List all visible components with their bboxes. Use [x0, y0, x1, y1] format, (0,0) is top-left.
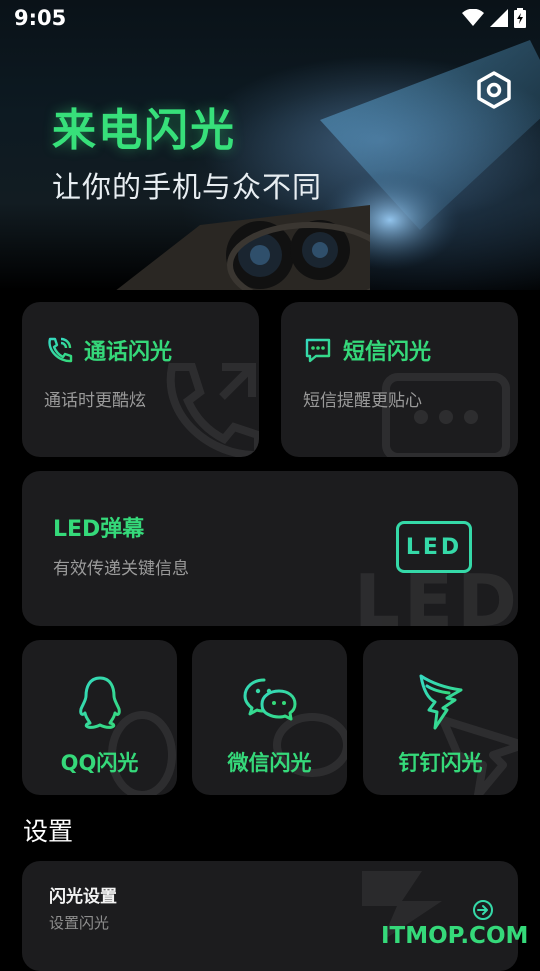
banner-title: 来电闪光: [52, 105, 236, 156]
status-icons: [462, 8, 526, 28]
call-flash-card[interactable]: 通话闪光 通话时更酷炫: [22, 302, 259, 457]
wifi-icon: [462, 9, 484, 26]
dingtalk-flash-title: 钉钉闪光: [398, 751, 483, 775]
battery-icon: [514, 8, 526, 28]
arrow-right-circle-icon[interactable]: [472, 899, 494, 921]
qq-penguin-icon: [78, 676, 121, 729]
signal-icon: [490, 9, 508, 27]
sms-flash-card[interactable]: 短信闪光 短信提醒更贴心: [281, 302, 518, 457]
banner-subtitle: 让你的手机与众不同: [52, 170, 323, 204]
dingtalk-flash-card[interactable]: 钉钉闪光: [363, 640, 518, 795]
sms-flash-title: 短信闪光: [343, 340, 432, 365]
call-flash-desc: 通话时更酷炫: [44, 391, 146, 411]
led-barrage-title: LED弹幕: [53, 517, 145, 542]
call-flash-title: 通话闪光: [84, 340, 173, 365]
qq-flash-title: QQ闪光: [60, 751, 139, 775]
hero-banner: 来电闪光 让你的手机与众不同: [0, 0, 540, 290]
led-icon-label: LED: [405, 534, 463, 560]
wechat-icon: [243, 678, 296, 721]
sms-flash-desc: 短信提醒更贴心: [303, 391, 422, 411]
qq-flash-card[interactable]: QQ闪光: [22, 640, 177, 795]
flash-settings-item[interactable]: 闪光设置 设置闪光: [22, 861, 518, 971]
dingtalk-icon: [419, 674, 462, 730]
site-watermark: ITMOP.COM: [381, 923, 529, 949]
wechat-flash-card[interactable]: 微信闪光: [192, 640, 347, 795]
phone-watermark-icon: [166, 363, 259, 457]
settings-section-title: 设置: [23, 817, 74, 846]
phone-call-icon: [48, 337, 73, 363]
flash-settings-title: 闪光设置: [49, 887, 117, 907]
led-icon: LED: [396, 521, 472, 573]
chat-bubble-icon: [305, 338, 331, 363]
flash-settings-subtitle: 设置闪光: [49, 914, 110, 932]
led-barrage-card[interactable]: LED LED弹幕 有效传递关键信息 LED: [22, 471, 518, 626]
led-barrage-desc: 有效传递关键信息: [53, 559, 189, 579]
settings-hex-icon[interactable]: [474, 70, 514, 110]
status-bar: 9:05: [0, 0, 540, 36]
status-time: 9:05: [14, 6, 67, 30]
wechat-flash-title: 微信闪光: [227, 751, 312, 775]
chat-watermark-icon: [382, 373, 510, 457]
